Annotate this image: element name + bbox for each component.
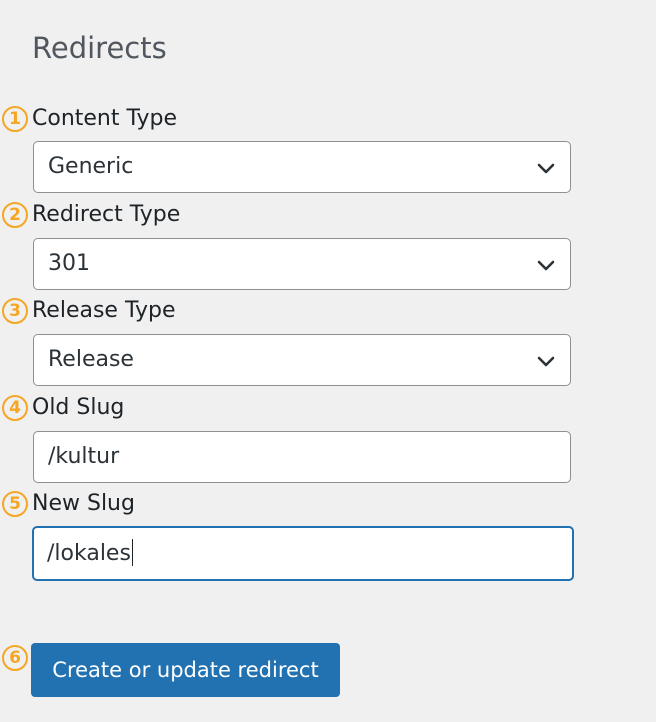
release-type-label: Release Type — [32, 298, 176, 323]
old-slug-input[interactable]: /kultur — [33, 431, 571, 483]
content-type-select[interactable]: Generic — [33, 141, 571, 193]
text-cursor — [131, 538, 133, 566]
step-badge-6: 6 — [2, 645, 28, 671]
redirect-type-label: Redirect Type — [32, 202, 181, 227]
create-or-update-redirect-button[interactable]: Create or update redirect — [31, 643, 340, 697]
chevron-down-icon — [537, 356, 555, 367]
new-slug-value: /lokales — [47, 541, 131, 566]
content-type-label: Content Type — [32, 106, 178, 131]
chevron-down-icon — [537, 163, 555, 174]
release-type-select[interactable]: Release — [33, 334, 571, 386]
step-badge-3: 3 — [2, 298, 28, 324]
release-type-value: Release — [48, 347, 134, 372]
old-slug-label: Old Slug — [32, 395, 125, 420]
step-badge-1: 1 — [2, 106, 28, 132]
new-slug-label: New Slug — [32, 491, 135, 516]
old-slug-value: /kultur — [48, 444, 120, 469]
redirect-type-select[interactable]: 301 — [33, 238, 571, 290]
step-badge-4: 4 — [2, 395, 28, 421]
page-title: Redirects — [32, 31, 167, 65]
chevron-down-icon — [537, 260, 555, 271]
step-badge-5: 5 — [2, 491, 28, 517]
new-slug-input[interactable]: /lokales — [32, 526, 574, 581]
content-type-value: Generic — [48, 154, 134, 179]
step-badge-2: 2 — [2, 202, 28, 228]
redirect-type-value: 301 — [48, 251, 90, 276]
